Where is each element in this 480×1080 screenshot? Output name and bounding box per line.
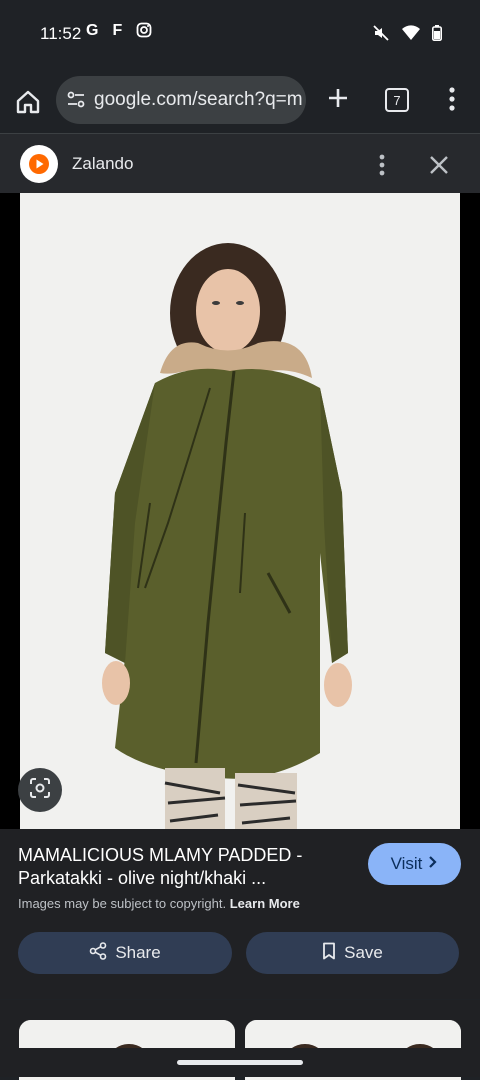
notification-icons: G F <box>86 22 152 43</box>
visit-button[interactable]: Visit <box>368 843 461 885</box>
home-icon[interactable] <box>14 88 42 116</box>
copyright-text: Images may be subject to copyright. <box>18 896 227 911</box>
image-viewer <box>0 193 480 829</box>
lens-icon <box>28 776 52 805</box>
gesture-navigation-bar <box>0 1048 480 1077</box>
instagram-icon <box>136 22 152 43</box>
product-image[interactable] <box>20 193 460 829</box>
site-name[interactable]: Zalando <box>72 154 133 174</box>
source-site-header: Zalando <box>0 133 480 194</box>
system-icons <box>372 24 442 47</box>
share-icon <box>89 941 107 965</box>
more-options-icon[interactable] <box>372 152 392 178</box>
visit-label: Visit <box>390 854 423 873</box>
zalando-logo-icon[interactable] <box>20 145 58 183</box>
lens-search-button[interactable] <box>18 768 62 812</box>
save-label: Save <box>344 943 383 962</box>
battery-icon <box>432 25 442 46</box>
url-bar[interactable]: google.com/search?q=m <box>56 76 306 124</box>
browser-menu-icon[interactable] <box>442 86 462 112</box>
share-button[interactable]: Share <box>18 932 232 974</box>
site-settings-icon[interactable] <box>66 90 86 110</box>
f-app-icon: F <box>112 22 123 39</box>
image-details-panel: MAMALICIOUS MLAMY PADDED - Parkatakki - … <box>0 829 480 999</box>
learn-more-link[interactable]: Learn More <box>230 896 300 911</box>
close-icon[interactable] <box>428 154 450 176</box>
share-label: Share <box>115 943 161 962</box>
google-icon: G <box>86 22 99 39</box>
copyright-notice: Images may be subject to copyright. Lear… <box>18 896 300 911</box>
bookmark-icon <box>322 942 336 965</box>
url-text: google.com/search?q=m <box>94 89 303 110</box>
home-gesture-handle[interactable] <box>177 1060 303 1065</box>
tab-switcher-button[interactable]: 7 <box>385 88 409 112</box>
wifi-icon <box>402 25 420 46</box>
browser-toolbar: google.com/search?q=m 7 <box>0 68 480 132</box>
product-title[interactable]: MAMALICIOUS MLAMY PADDED - Parkatakki - … <box>18 844 338 890</box>
new-tab-icon[interactable] <box>326 86 350 110</box>
status-bar: 11:52 G F <box>0 0 480 68</box>
chevron-right-icon <box>428 854 438 874</box>
status-time: 11:52 <box>40 24 82 43</box>
mute-icon <box>372 24 390 47</box>
save-button[interactable]: Save <box>246 932 459 974</box>
